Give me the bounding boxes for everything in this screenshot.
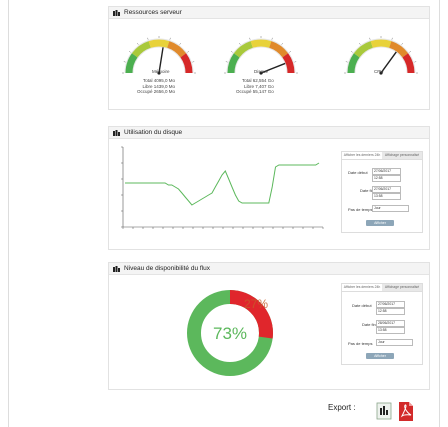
server-resources-panel: Ressources serveur Mémoire Disque CPU To… <box>108 6 430 110</box>
bar-chart-icon <box>113 9 120 16</box>
gauge-tick <box>128 51 131 53</box>
server-resources-header: Ressources serveur <box>109 7 429 19</box>
donut-label-unavailable: 27% <box>244 297 268 311</box>
gauge-tick <box>345 61 348 63</box>
end-date-field[interactable]: 28/06/2017 <box>376 320 405 327</box>
gauge-band <box>125 53 138 74</box>
gauge-tick <box>271 37 273 40</box>
gauge-band <box>402 53 415 74</box>
end-time-field[interactable]: 13:58 <box>376 327 405 334</box>
gauge-band <box>370 39 392 48</box>
disk-usage-header: Utilisation du disque <box>109 127 429 139</box>
gauge-tick <box>350 51 353 53</box>
server-resources-title: Ressources serveur <box>124 9 182 16</box>
end-date-field[interactable]: 27/06/2017 <box>372 186 401 193</box>
start-time-field[interactable]: 12:58 <box>376 308 405 315</box>
start-time-field[interactable]: 12:58 <box>372 175 401 182</box>
gauge-tick <box>391 37 393 40</box>
gauge-tick <box>230 51 233 53</box>
gauge-band <box>347 53 360 74</box>
disk-usage-panel: Utilisation du disque Afficher les derni… <box>108 126 430 250</box>
memory-stats: Total 4095,0 Mo Libre 1439,0 Mo Occupé 2… <box>137 78 175 95</box>
step-select[interactable]: Jour <box>372 205 409 212</box>
gauge-tick <box>401 42 403 45</box>
disk-usage-series <box>125 162 320 206</box>
bar-chart-icon <box>113 129 120 136</box>
pdf-export-icon[interactable] <box>397 401 415 422</box>
step-label: Pas de temps <box>348 341 373 346</box>
availability-header: Niveau de disponibilité du flux <box>109 263 429 275</box>
disk-usage-chart <box>121 146 324 229</box>
step-label: Pas de temps <box>348 207 373 212</box>
start-date-field[interactable]: 27/06/2017 <box>372 168 401 175</box>
disk-submit-button[interactable]: Afficher <box>366 220 394 226</box>
availability-panel: Niveau de disponibilité du flux 73% 27% A… <box>108 262 430 390</box>
tab-custom[interactable]: Affichage personnalisé <box>382 152 422 159</box>
gauges <box>122 36 418 75</box>
gauge-tick <box>123 61 126 63</box>
flux-submit-button[interactable]: Afficher <box>366 353 394 359</box>
disk-usage-title: Utilisation du disque <box>124 129 183 136</box>
disk-stats: Total 62,554 Go Libre 7,407 Go Occupé 55… <box>236 78 274 95</box>
gauge-tick <box>225 61 228 63</box>
gauge-band <box>227 53 240 74</box>
tab-last-24h[interactable]: Afficher les derniers 24h <box>342 284 382 291</box>
disk-gauge-label: Disque <box>254 69 269 74</box>
start-date-label: Date début <box>352 303 372 308</box>
disk-used: Occupé 55,147 Go <box>236 89 274 94</box>
gauge-band <box>180 53 193 74</box>
export-label: Export : <box>328 403 356 412</box>
gauge-tick <box>147 37 149 40</box>
disk-filter-panel: Afficher les derniers 24h Affichage pers… <box>341 151 423 233</box>
disk-filter-tabs: Afficher les derniers 24h Affichage pers… <box>342 152 422 160</box>
gauge-tick <box>192 61 195 63</box>
gauge-tick <box>289 51 292 53</box>
start-date-label: Date début <box>348 170 368 175</box>
bar-chart-icon <box>113 265 120 272</box>
memory-used: Occupé 2656,0 Mo <box>137 89 176 94</box>
gauge-tick <box>137 42 139 45</box>
tab-last-24h[interactable]: Afficher les derniers 24h <box>342 152 382 159</box>
gauge-tick <box>414 61 417 63</box>
flux-filter-panel: Afficher les derniers 24h Affichage pers… <box>341 283 423 365</box>
availability-title: Niveau de disponibilité du flux <box>124 265 210 272</box>
gauge-band <box>250 39 272 48</box>
flux-filter-tabs: Afficher les derniers 24h Affichage pers… <box>342 284 422 292</box>
cpu-gauge-label: CPU <box>374 69 384 74</box>
gauge-tick <box>169 37 171 40</box>
availability-donut-chart: 73% 27% <box>187 290 273 376</box>
step-select[interactable]: Jour <box>376 339 413 346</box>
end-date-label: Date fin <box>362 322 376 327</box>
gauge-band <box>148 39 170 48</box>
tab-custom[interactable]: Affichage personnalisé <box>382 284 422 291</box>
gauge-tick <box>409 51 412 53</box>
gauge-tick <box>369 37 371 40</box>
gauge-tick <box>239 42 241 45</box>
gauge-tick <box>179 42 181 45</box>
end-time-field[interactable]: 13:58 <box>372 193 401 200</box>
gauge-tick <box>359 42 361 45</box>
gauge-tick <box>281 42 283 45</box>
gauge-tick <box>187 51 190 53</box>
donut-label-available: 73% <box>213 324 247 343</box>
excel-export-icon[interactable] <box>376 402 392 420</box>
disk-total: Total 62,554 Go <box>242 78 274 83</box>
gauge-tick <box>294 61 297 63</box>
memory-gauge-label: Mémoire <box>152 69 170 74</box>
start-date-field[interactable]: 27/06/2017 <box>376 301 405 308</box>
gauge-tick <box>249 37 251 40</box>
gauge-band <box>282 53 295 74</box>
memory-total: Total 4095,0 Mo <box>143 78 176 83</box>
